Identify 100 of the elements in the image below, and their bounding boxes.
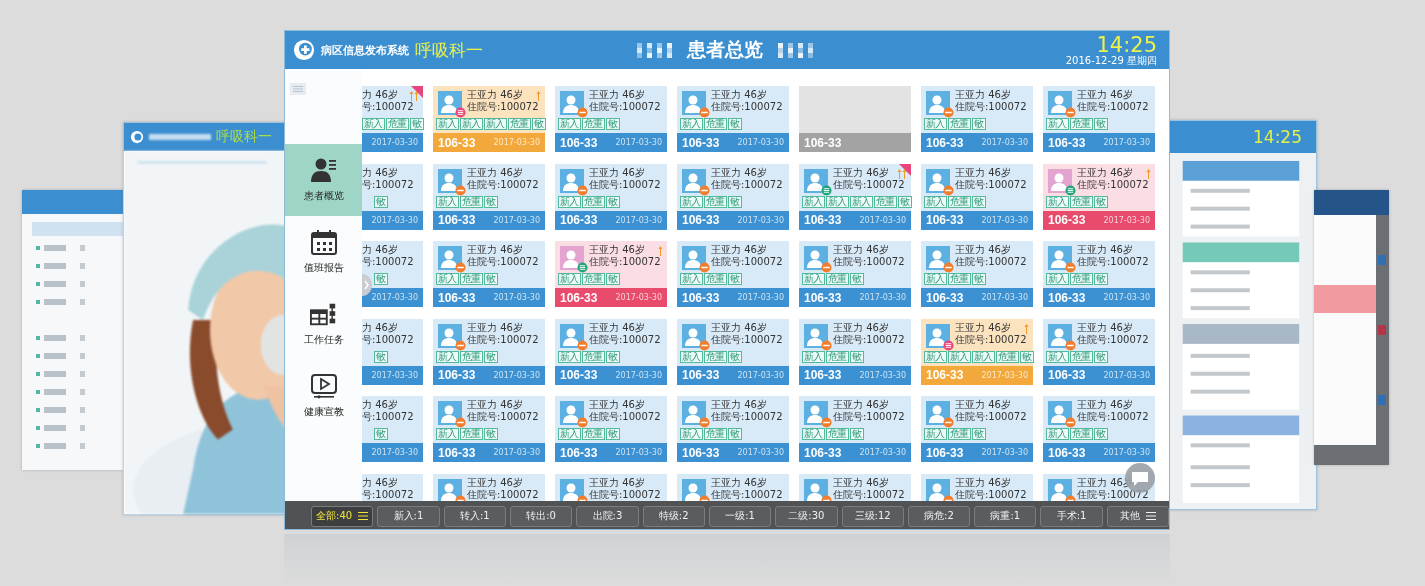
filter-button[interactable]: 一级:1 [708, 505, 772, 527]
patient-card[interactable]: 王亚力 46岁 住院号:100072 [555, 473, 667, 501]
patient-card[interactable]: 王亚力 46岁 住院号:100072 新入 危重 敏 106-33 2017-03-30 [433, 396, 545, 462]
patient-card[interactable]: 王亚力 46岁 住院号:100072 [799, 473, 911, 501]
patient-card[interactable]: 王亚力 46岁 住院号:100072 新入 危重 敏 106-33 2017-03-30 [1043, 241, 1155, 307]
patient-card[interactable]: 王亚力 46岁 住院号:100072 新入 危重 敏 106-33 2017-03-30 [921, 396, 1033, 462]
bed-number: 106-33 [926, 368, 964, 382]
status-tag: 新入 [460, 118, 483, 130]
patient-card[interactable]: 王亚力 46岁 住院号:100072 新入 危重 敏 106-33 2017-03-30 [677, 86, 789, 152]
patient-card[interactable]: 王亚力 46岁 住院号:100072 新入 危重 敏 106-33 2017-03-30 [799, 396, 911, 462]
status-tag: 危重 [996, 350, 1019, 363]
patient-card[interactable]: 王亚力 46岁 住院号:100072 新入 危重 敏 106-33 2017-03-30 [799, 318, 911, 385]
patient-card[interactable]: 王亚力 46岁 住院号:100072 [433, 473, 545, 501]
inpatient-number: 住院号:100072 [589, 178, 661, 191]
patient-card[interactable]: 王亚力 46岁 住院号:100072 新入 危重 敏 106-33 2017-03-30 [677, 241, 789, 307]
filter-button[interactable]: 病重:1 [974, 505, 1037, 527]
sidebar-item[interactable]: 值班报告 [285, 216, 362, 288]
status-tag: 敏 [374, 350, 388, 363]
filter-button[interactable]: 转入:1 [443, 505, 506, 527]
patient-card[interactable]: 王亚力 46岁 住院号:100072 新入 危重 敏 106-33 2017-03-30 [1043, 396, 1155, 462]
status-tag: 危重 [386, 118, 409, 130]
patient-name: 王亚力 46岁 [1077, 89, 1134, 101]
patient-card[interactable]: 王亚力 46岁 住院号:100072 新入 危重 敏 106-33 2017-03-30 [1043, 163, 1155, 230]
status-tag: 敏 [728, 428, 742, 440]
filter-button[interactable]: 转出:0 [509, 505, 573, 527]
avatar-icon [560, 246, 584, 270]
patient-card[interactable]: 王亚力 46岁 住院号:100072 新入 危重 敏 106-33 2017-03-30 [433, 318, 545, 385]
patient-card[interactable]: 力 46岁 号:100072 新入 危重 敏 2017-03-30 [361, 86, 423, 152]
patient-card[interactable]: 王亚力 46岁 住院号:100072 新入 危重 敏 106-33 2017-03-30 [555, 163, 667, 230]
filter-button[interactable]: 全部:40 [311, 505, 374, 527]
patient-card[interactable]: 王亚力 46岁 住院号:100072 新入 危重 敏 106-33 2017-03-30 [555, 318, 667, 385]
avatar-icon [926, 168, 950, 193]
patient-card[interactable]: 王亚力 46岁 住院号:100072 新入 危重 敏 106-33 2017-03-30 [921, 163, 1033, 230]
status-tag: 新入 [1046, 428, 1069, 440]
status-tag: 新入 [972, 350, 995, 363]
bed-number: 106-33 [926, 290, 964, 305]
logo-icon [130, 130, 144, 144]
patient-card[interactable]: 王亚力 46岁 住院号:100072 新入 新入 新入 危重 敏 106-33 2017-03-30 [921, 318, 1033, 385]
patient-card[interactable]: 王亚力 46岁 住院号:100072 新入 危重 敏 106-33 2017-03-30 [677, 318, 789, 385]
collapse-handle[interactable] [362, 274, 372, 296]
patient-card[interactable]: 王亚力 46岁 住院号:100072 新入 新入 新入 危重 敏 106-33 2017-03-30 [433, 86, 545, 152]
bed-number: 106-33 [682, 445, 720, 460]
patient-card[interactable]: 王亚力 46岁 住院号:100072 新入 危重 敏 106-33 2017-03-30 [555, 86, 667, 152]
patient-card[interactable]: 力 46岁 号:100072 敏 2017-03-30 [361, 318, 423, 385]
calendar-icon [309, 229, 338, 255]
filter-button[interactable]: 病危:2 [907, 505, 971, 527]
status-tag: 新入 [436, 350, 459, 363]
patient-name: 王亚力 46岁 [467, 476, 524, 489]
status-tag: 危重 [582, 350, 605, 363]
filter-button[interactable]: 新入:1 [377, 505, 440, 527]
status-tag: 新入 [1046, 350, 1069, 363]
patient-card[interactable]: 王亚力 46岁 住院号:100072 新入 危重 敏 106-33 2017-03-30 [921, 86, 1033, 152]
patient-name: 王亚力 46岁 [589, 321, 646, 334]
status-tag: 新入 [558, 118, 581, 130]
filter-button[interactable]: 二级:30 [775, 505, 838, 527]
patient-card[interactable]: 力 46岁 号:100072 [361, 473, 423, 501]
patient-card[interactable]: 王亚力 46岁 住院号:100072 新入 危重 敏 106-33 2017-03-30 [677, 163, 789, 230]
patient-card[interactable]: 力 46岁 号:100072 敏 2017-03-30 [361, 241, 423, 307]
patient-name: 王亚力 46岁 [1077, 399, 1134, 411]
patient-name: 王亚力 46岁 [833, 476, 890, 489]
status-tag: 敏 [374, 428, 388, 440]
patient-card[interactable]: 王亚力 46岁 住院号:100072 [677, 473, 789, 501]
sidebar-item[interactable]: 健康宣教 [285, 360, 362, 432]
patient-name: 王亚力 46岁 [711, 244, 768, 256]
status-tag: 危重 [948, 118, 971, 130]
patient-card[interactable]: 王亚力 46岁 住院号:100072 新入 新入 新入 危重 敏 106-33 2017-03-30 [799, 163, 911, 230]
play-screen-icon [309, 373, 338, 399]
sidebar-item[interactable]: 患者概览 [285, 144, 362, 216]
avatar-icon [804, 401, 828, 425]
bed-number: 106-33 [438, 368, 476, 382]
status-tag: 新入 [680, 118, 703, 130]
patient-name: 力 46岁 [362, 244, 399, 256]
status-tag: 新入 [558, 273, 581, 285]
status-tag: 危重 [704, 195, 727, 208]
filter-button[interactable]: 三级:12 [841, 505, 904, 527]
patient-card[interactable]: 王亚力 46岁 住院号:100072 新入 危重 敏 106-33 2017-03-30 [433, 241, 545, 307]
patient-name: 力 46岁 [362, 166, 399, 179]
patient-card[interactable]: 王亚力 46岁 住院号:100072 新入 危重 敏 106-33 2017-03-30 [555, 396, 667, 462]
patient-card[interactable]: 王亚力 46岁 住院号:100072 新入 危重 敏 106-33 2017-03-30 [1043, 86, 1155, 152]
filter-button[interactable]: 出院:3 [576, 505, 639, 527]
patient-card[interactable]: 王亚力 46岁 住院号:100072 新入 危重 敏 106-33 2017-03-30 [677, 396, 789, 462]
patient-card[interactable]: 王亚力 46岁 住院号:100072 新入 危重 敏 106-33 2017-03-30 [921, 241, 1033, 307]
patient-card[interactable]: 力 46岁 号:100072 敏 2017-03-30 [361, 163, 423, 230]
bed-number: 106-33 [1048, 445, 1086, 460]
filter-button[interactable]: 其他 [1106, 505, 1169, 527]
status-tag: 危重 [1070, 428, 1093, 440]
patient-card[interactable]: 王亚力 46岁 住院号:100072 [921, 473, 1033, 501]
patient-card[interactable]: 王亚力 46岁 住院号:100072 新入 危重 敏 106-33 2017-03-30 [433, 163, 545, 230]
status-tag: 新入 [680, 273, 703, 285]
status-tag: 新入 [924, 350, 947, 363]
admission-date: 2017-03-30 [493, 448, 540, 457]
filter-button[interactable]: 手术:1 [1040, 505, 1103, 527]
status-tag: 危重 [948, 195, 971, 208]
patient-card[interactable]: 力 46岁 号:100072 敏 2017-03-30 [361, 396, 423, 462]
patient-card[interactable]: 王亚力 46岁 住院号:100072 新入 危重 敏 106-33 2017-03-30 [1043, 318, 1155, 385]
sidebar-item[interactable]: 工作任务 [285, 288, 362, 360]
patient-name: 王亚力 46岁 [467, 166, 524, 179]
patient-card[interactable]: 王亚力 46岁 住院号:100072 新入 危重 敏 106-33 2017-03-30 [799, 241, 911, 307]
filter-button[interactable]: 特级:2 [642, 505, 705, 527]
patient-card[interactable]: 王亚力 46岁 住院号:100072 新入 危重 敏 106-33 2017-03-30 [555, 241, 667, 307]
